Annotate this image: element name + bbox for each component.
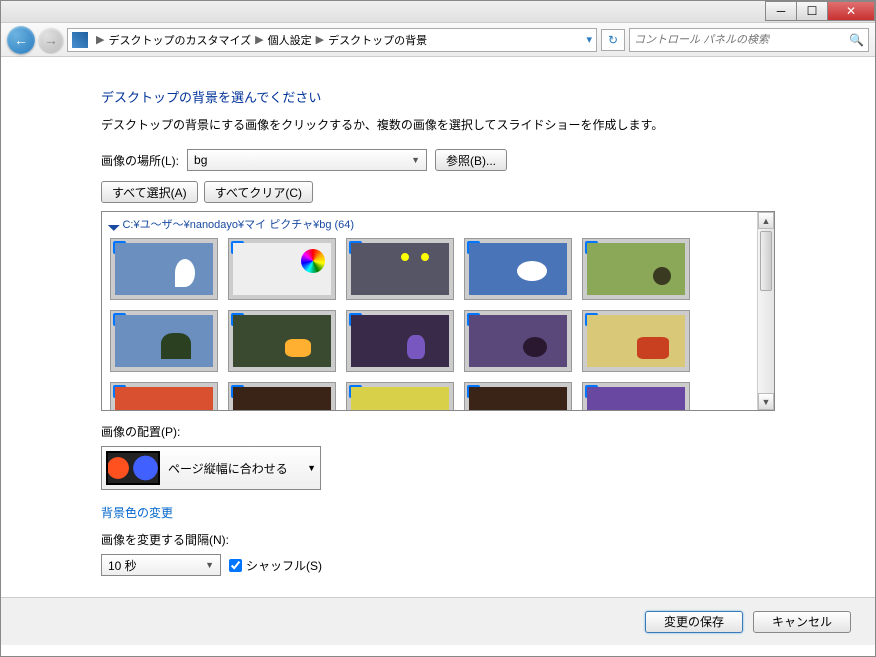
nav-back-button[interactable]: ← bbox=[7, 26, 35, 54]
background-color-link[interactable]: 背景色の変更 bbox=[101, 504, 775, 521]
shuffle-checkbox-label[interactable]: シャッフル(S) bbox=[229, 557, 322, 574]
page-description: デスクトップの背景にする画像をクリックするか、複数の画像を選択してスライドショー… bbox=[101, 116, 775, 133]
page-title: デスクトップの背景を選んでください bbox=[101, 87, 775, 106]
wallpaper-thumb[interactable] bbox=[464, 310, 572, 372]
minimize-button[interactable]: ─ bbox=[765, 1, 797, 21]
content-area: デスクトップの背景を選んでください デスクトップの背景にする画像をクリックするか… bbox=[1, 57, 875, 597]
scroll-thumb[interactable] bbox=[760, 231, 772, 291]
cancel-button[interactable]: キャンセル bbox=[753, 611, 851, 633]
breadcrumb-item[interactable]: 個人設定 bbox=[268, 32, 312, 48]
chevron-down-icon: ▼ bbox=[411, 155, 420, 165]
gallery-scrollbar[interactable]: ▲ ▼ bbox=[757, 212, 774, 410]
breadcrumb-item[interactable]: デスクトップの背景 bbox=[328, 32, 427, 48]
position-label: 画像の配置(P): bbox=[101, 423, 775, 440]
close-button[interactable]: ✕ bbox=[827, 1, 875, 21]
chevron-down-icon: ▼ bbox=[205, 560, 214, 570]
maximize-button[interactable]: ☐ bbox=[796, 1, 828, 21]
navbar: ← → ▶ デスクトップのカスタマイズ ▶ 個人設定 ▶ デスクトップの背景 ▾… bbox=[1, 23, 875, 57]
chevron-right-icon: ▶ bbox=[316, 33, 324, 46]
wallpaper-thumb[interactable] bbox=[228, 382, 336, 410]
wallpaper-thumb[interactable] bbox=[110, 310, 218, 372]
nav-forward-button[interactable]: → bbox=[39, 28, 63, 52]
wallpaper-thumb[interactable] bbox=[464, 238, 572, 300]
gallery: ◢ C:¥ユ～ザ～¥nanodayo¥マイ ピクチャ¥bg (64) bbox=[101, 211, 775, 411]
browse-button[interactable]: 参照(B)... bbox=[435, 149, 507, 171]
collapse-icon: ◢ bbox=[107, 216, 122, 231]
shuffle-text: シャッフル(S) bbox=[246, 557, 322, 574]
clear-all-button[interactable]: すべてクリア(C) bbox=[204, 181, 313, 203]
scroll-down-button[interactable]: ▼ bbox=[758, 393, 774, 410]
position-value: ページ縦幅に合わせる bbox=[168, 460, 288, 477]
footer: 変更の保存 キャンセル bbox=[1, 597, 875, 645]
wallpaper-thumb[interactable] bbox=[464, 382, 572, 410]
wallpaper-thumb[interactable] bbox=[582, 310, 690, 372]
scroll-track[interactable] bbox=[758, 229, 774, 393]
wallpaper-thumb[interactable] bbox=[228, 238, 336, 300]
breadcrumb[interactable]: ▶ デスクトップのカスタマイズ ▶ 個人設定 ▶ デスクトップの背景 ▾ bbox=[67, 28, 597, 52]
search-box[interactable]: 🔍 bbox=[629, 28, 869, 52]
wallpaper-thumb[interactable] bbox=[228, 310, 336, 372]
chevron-down-icon[interactable]: ▾ bbox=[586, 33, 592, 46]
shuffle-checkbox[interactable] bbox=[229, 559, 242, 572]
search-input[interactable] bbox=[634, 34, 849, 46]
window-controls: ─ ☐ ✕ bbox=[1, 1, 875, 23]
wallpaper-thumb[interactable] bbox=[346, 310, 454, 372]
wallpaper-thumb[interactable] bbox=[110, 382, 218, 410]
save-button[interactable]: 変更の保存 bbox=[645, 611, 743, 633]
chevron-right-icon: ▶ bbox=[255, 33, 263, 46]
wallpaper-thumb[interactable] bbox=[346, 238, 454, 300]
chevron-right-icon: ▶ bbox=[96, 33, 104, 46]
chevron-down-icon: ▼ bbox=[307, 463, 316, 473]
search-icon[interactable]: 🔍 bbox=[849, 33, 864, 47]
location-label: 画像の場所(L): bbox=[101, 152, 179, 169]
personalization-icon bbox=[72, 32, 88, 48]
wallpaper-thumb[interactable] bbox=[582, 382, 690, 410]
position-preview-icon bbox=[106, 451, 160, 485]
wallpaper-thumb[interactable] bbox=[582, 238, 690, 300]
interval-value: 10 秒 bbox=[108, 557, 137, 574]
wallpaper-thumb[interactable] bbox=[346, 382, 454, 410]
location-dropdown[interactable]: bg ▼ bbox=[187, 149, 427, 171]
select-all-button[interactable]: すべて選択(A) bbox=[101, 181, 198, 203]
interval-dropdown[interactable]: 10 秒 ▼ bbox=[101, 554, 221, 576]
gallery-group-header[interactable]: ◢ C:¥ユ～ザ～¥nanodayo¥マイ ピクチャ¥bg (64) bbox=[110, 216, 749, 232]
wallpaper-thumb[interactable] bbox=[110, 238, 218, 300]
position-dropdown[interactable]: ページ縦幅に合わせる ▼ bbox=[101, 446, 321, 490]
interval-label: 画像を変更する間隔(N): bbox=[101, 531, 775, 548]
location-value: bg bbox=[194, 153, 207, 167]
breadcrumb-item[interactable]: デスクトップのカスタマイズ bbox=[108, 32, 251, 48]
scroll-up-button[interactable]: ▲ bbox=[758, 212, 774, 229]
refresh-button[interactable]: ↻ bbox=[601, 29, 625, 51]
